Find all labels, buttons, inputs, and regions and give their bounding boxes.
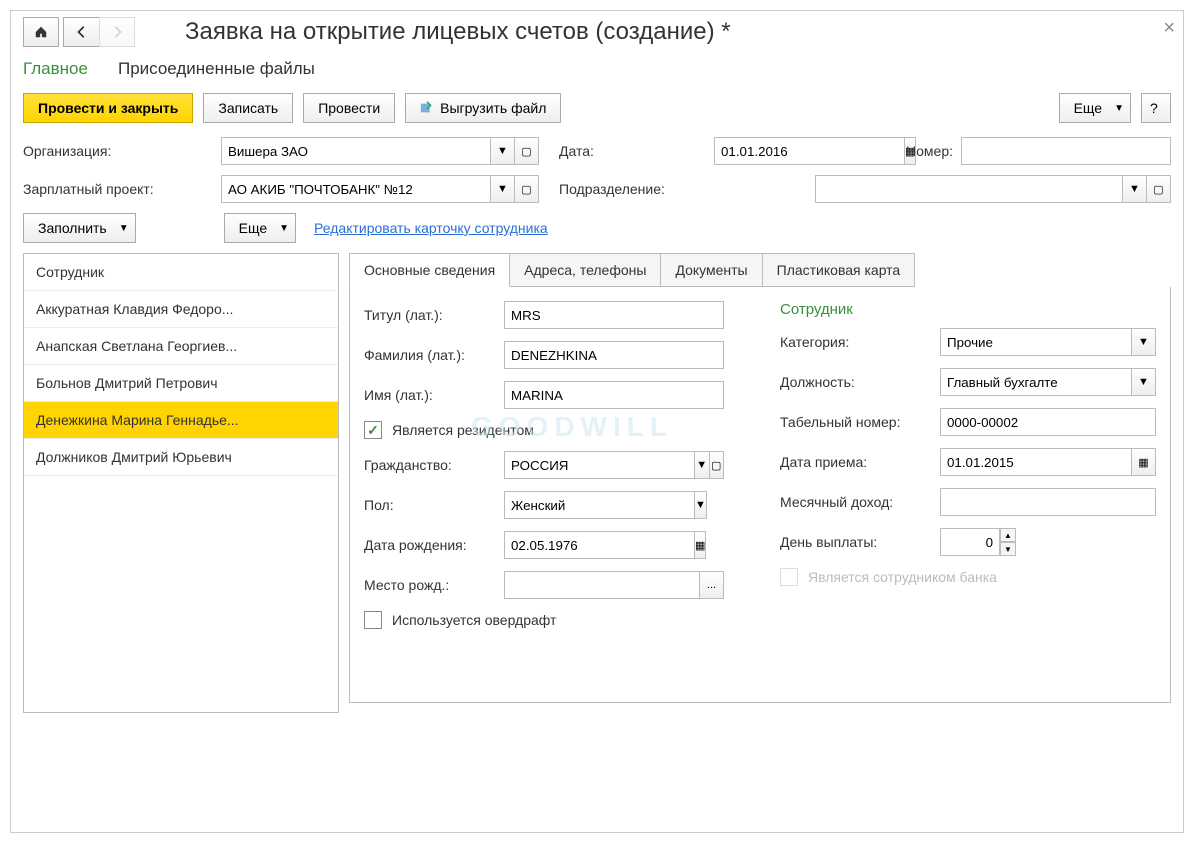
bank-employee-checkbox (780, 568, 798, 586)
firstname-input[interactable] (504, 381, 724, 409)
help-button[interactable]: ? (1141, 93, 1171, 123)
payday-up[interactable]: ▲ (1000, 528, 1016, 542)
title-input[interactable] (504, 301, 724, 329)
date-label: Дата: (559, 143, 594, 159)
page-title: Заявка на открытие лицевых счетов (созда… (185, 18, 731, 46)
arrow-right-icon (110, 25, 124, 39)
employee-list-header[interactable]: Сотрудник (24, 254, 338, 291)
dept-dropdown[interactable]: ▼ (1123, 175, 1147, 203)
employee-section-heading: Сотрудник (780, 301, 1156, 318)
arrow-left-icon (75, 25, 89, 39)
payroll-label: Зарплатный проект: (23, 181, 213, 197)
category-input[interactable] (940, 328, 1132, 356)
dob-input[interactable] (504, 531, 695, 559)
calendar-icon[interactable]: ▦ (1132, 448, 1156, 476)
tab-documents[interactable]: Документы (661, 253, 762, 287)
tabnum-input[interactable] (940, 408, 1156, 436)
org-label: Организация: (23, 143, 213, 159)
more2-button[interactable]: Еще ▼ (224, 213, 296, 243)
date-input[interactable] (714, 137, 905, 165)
edit-card-link[interactable]: Редактировать карточку сотрудника (314, 220, 548, 236)
list-item[interactable]: Аккуратная Клавдия Федоро... (24, 291, 338, 328)
number-label: Номер: (906, 143, 953, 159)
chevron-down-icon: ▼ (279, 223, 289, 234)
back-button[interactable] (63, 17, 99, 47)
payday-input[interactable] (940, 528, 1000, 556)
lastname-input[interactable] (504, 341, 724, 369)
more-button[interactable]: Еще ▼ (1059, 93, 1131, 123)
tab-addresses[interactable]: Адреса, телефоны (510, 253, 661, 287)
dept-input[interactable] (815, 175, 1123, 203)
dept-open[interactable]: ▢ (1147, 175, 1171, 203)
sex-dropdown[interactable]: ▼ (695, 491, 707, 519)
payday-down[interactable]: ▼ (1000, 542, 1016, 556)
hiredate-input[interactable] (940, 448, 1132, 476)
chevron-down-icon: ▼ (1114, 103, 1124, 114)
home-button[interactable] (23, 17, 59, 47)
fill-button[interactable]: Заполнить ▼ (23, 213, 136, 243)
list-item[interactable]: Должников Дмитрий Юрьевич (24, 439, 338, 476)
overdraft-checkbox[interactable] (364, 611, 382, 629)
post-button[interactable]: Провести (303, 93, 395, 123)
list-item[interactable]: Денежкина Марина Геннадье... (24, 402, 338, 439)
tab-plastic-card[interactable]: Пластиковая карта (763, 253, 916, 287)
number-input[interactable] (961, 137, 1171, 165)
employee-list: Сотрудник Аккуратная Клавдия Федоро...Ан… (23, 253, 339, 713)
position-dropdown[interactable]: ▼ (1132, 368, 1156, 396)
section-tab-files[interactable]: Присоединенные файлы (118, 59, 315, 79)
payroll-dropdown[interactable]: ▼ (491, 175, 515, 203)
tab-main-info[interactable]: Основные сведения (349, 253, 510, 287)
close-icon[interactable]: × (1163, 17, 1175, 40)
payroll-input[interactable] (221, 175, 491, 203)
list-item[interactable]: Анапская Светлана Георгиев... (24, 328, 338, 365)
calendar-icon[interactable]: ▦ (695, 531, 706, 559)
forward-button (99, 17, 135, 47)
payroll-open[interactable]: ▢ (515, 175, 539, 203)
category-dropdown[interactable]: ▼ (1132, 328, 1156, 356)
save-button[interactable]: Записать (203, 93, 293, 123)
home-icon (34, 25, 48, 39)
org-open[interactable]: ▢ (515, 137, 539, 165)
org-dropdown[interactable]: ▼ (491, 137, 515, 165)
dept-label: Подразделение: (559, 181, 665, 197)
section-tab-main[interactable]: Главное (23, 59, 88, 79)
chevron-down-icon: ▼ (119, 223, 129, 234)
list-item[interactable]: Больнов Дмитрий Петрович (24, 365, 338, 402)
post-close-button[interactable]: Провести и закрыть (23, 93, 193, 123)
birthplace-open[interactable]: ... (700, 571, 724, 599)
citizen-open[interactable]: ▢ (710, 451, 725, 479)
citizen-dropdown[interactable]: ▼ (695, 451, 710, 479)
export-icon (420, 101, 434, 115)
birthplace-input[interactable] (504, 571, 700, 599)
resident-checkbox[interactable]: ✓ (364, 421, 382, 439)
citizen-input[interactable] (504, 451, 695, 479)
export-button[interactable]: Выгрузить файл (405, 93, 561, 123)
sex-input[interactable] (504, 491, 695, 519)
org-input[interactable] (221, 137, 491, 165)
position-input[interactable] (940, 368, 1132, 396)
income-input[interactable] (940, 488, 1156, 516)
